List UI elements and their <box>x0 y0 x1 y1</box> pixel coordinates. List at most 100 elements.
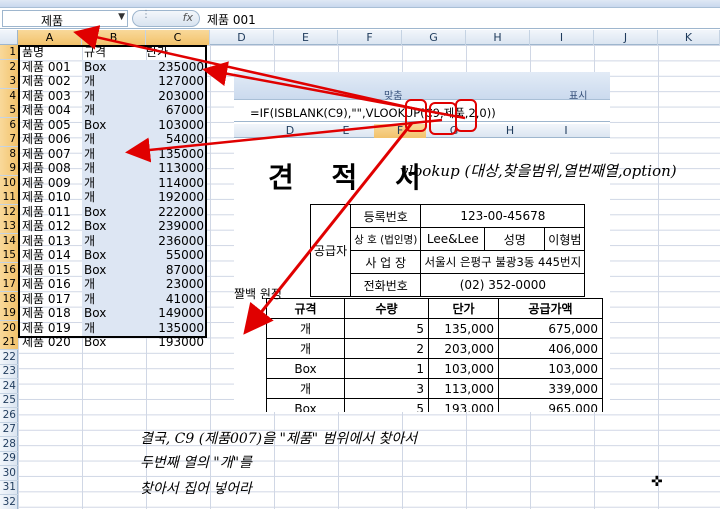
row-header[interactable]: 27 <box>0 422 18 438</box>
row-header[interactable]: 8 <box>0 146 18 162</box>
items-cell: 개 <box>266 378 345 399</box>
insert-function-pill[interactable]: ⋮ fx <box>132 9 200 27</box>
row-header[interactable]: 7 <box>0 132 18 148</box>
row-header[interactable]: 32 <box>0 495 18 509</box>
items-cell: 3 <box>344 378 429 399</box>
row-header[interactable]: 14 <box>0 233 18 249</box>
screenshot-column-headers: D E F G H I <box>234 124 610 138</box>
screenshot-formula: =IF(ISBLANK(C9),"",VLOOKUP(C9,제품,2,0)) <box>250 106 496 120</box>
named-range-border <box>18 45 207 338</box>
estimate-screenshot: 맞춤 표시 =IF(ISBLANK(C9),"",VLOOKUP(C9,제품,2… <box>234 72 610 412</box>
ribbon-label: 표시 <box>569 91 588 102</box>
fx-icon[interactable]: fx <box>183 11 193 24</box>
items-cell: 675,000 <box>498 318 603 339</box>
column-header: H <box>505 124 515 137</box>
row-header[interactable]: 9 <box>0 161 18 177</box>
drag-handle-icon[interactable]: ⋮ <box>141 9 151 20</box>
vlookup-note: vlookup (대상,찾을범위,열번째열,option) <box>400 162 677 180</box>
reg-value: 123-00-45678 <box>420 204 586 228</box>
items-cell: 2 <box>344 338 429 359</box>
column-header: G <box>449 124 459 137</box>
row-header[interactable]: 13 <box>0 219 18 235</box>
column-header: I <box>564 124 568 137</box>
ribbon-strip <box>0 0 720 8</box>
column-header[interactable]: B <box>82 30 146 45</box>
reg-label: 등록번호 <box>350 204 422 228</box>
items-table: 규격 수량 단가 공급가액 개 5 135,000 675,000 개 2 203,000 4… <box>266 298 603 412</box>
items-cell: Box <box>266 398 345 412</box>
items-cell: 1 <box>344 358 429 379</box>
column-header[interactable]: H <box>466 30 530 45</box>
items-cell: 135,000 <box>428 318 499 339</box>
items-cell: 965,000 <box>498 398 603 412</box>
row-header[interactable]: 12 <box>0 204 18 220</box>
column-header[interactable]: J <box>594 30 658 45</box>
column-header[interactable]: E <box>274 30 338 45</box>
note-line-2: 두번째 열의 "개"를 <box>140 455 252 471</box>
select-all-corner[interactable] <box>0 30 18 45</box>
formula-input[interactable]: 제품 001 <box>207 11 256 28</box>
items-cell: 개 <box>266 338 345 359</box>
items-cell: 5 <box>344 318 429 339</box>
company-value: Lee&Lee <box>420 227 486 251</box>
column-header[interactable]: A <box>18 30 82 45</box>
column-header: F <box>374 124 426 138</box>
row-header[interactable]: 24 <box>0 379 18 394</box>
row-header[interactable]: 18 <box>0 291 18 307</box>
supplier-table: 공급자 등록번호 123-00-45678 상 호 (법인명) Lee&Lee … <box>309 204 586 297</box>
name-value: 이형범 <box>544 227 586 251</box>
items-row: 개 3 113,000 339,000 <box>266 378 603 399</box>
phone-label: 전화번호 <box>350 273 422 297</box>
column-header[interactable]: F <box>338 30 402 45</box>
row-header[interactable]: 30 <box>0 466 18 481</box>
row-header[interactable]: 23 <box>0 364 18 380</box>
screenshot-ribbon: 맞춤 표시 <box>234 72 610 102</box>
row-header[interactable]: 29 <box>0 451 18 467</box>
row-header[interactable]: 16 <box>0 262 18 278</box>
items-header: 규격 <box>266 298 345 319</box>
items-row: 개 5 135,000 675,000 <box>266 318 603 339</box>
row-header[interactable]: 5 <box>0 103 18 119</box>
name-box-value: 제품 <box>41 14 64 28</box>
row-header[interactable]: 10 <box>0 175 18 191</box>
row-header[interactable]: 25 <box>0 393 18 409</box>
items-row: Box 5 193,000 965,000 <box>266 398 603 412</box>
row-header[interactable]: 20 <box>0 320 18 336</box>
address-label: 사 업 장 <box>350 250 422 274</box>
row-header[interactable]: 6 <box>0 117 18 133</box>
crosshair-cursor-icon: ✜ <box>651 474 663 490</box>
items-cell: 339,000 <box>498 378 603 399</box>
row-header[interactable]: 4 <box>0 88 18 104</box>
column-header[interactable]: C <box>146 30 210 45</box>
formula-bar: 제품 ▼ ⋮ fx 제품 001 <box>0 8 720 29</box>
name-label: 성명 <box>484 227 546 251</box>
row-header[interactable]: 31 <box>0 480 18 496</box>
row-header[interactable]: 26 <box>0 408 18 423</box>
column-header[interactable]: K <box>658 30 720 45</box>
column-header[interactable]: D <box>210 30 274 45</box>
supplier-label: 공급자 <box>309 204 352 297</box>
column-headers: ABCDEFGHIJK <box>0 30 720 45</box>
note-line-1: 결국, C9 (제품007)을 "제품" 범위에서 찾아서 <box>140 431 418 447</box>
chevron-down-icon[interactable]: ▼ <box>118 12 125 22</box>
row-header[interactable]: 17 <box>0 277 18 293</box>
row-header[interactable]: 28 <box>0 437 18 452</box>
note-line-3: 찾아서 집어 넣어라 <box>140 481 252 497</box>
company-label: 상 호 (법인명) <box>350 227 422 251</box>
items-cell: 193,000 <box>428 398 499 412</box>
row-header[interactable]: 1 <box>0 45 18 61</box>
name-box[interactable]: 제품 ▼ <box>2 10 128 28</box>
row-header[interactable]: 15 <box>0 248 18 264</box>
ribbon-label: 맞춤 <box>384 91 403 102</box>
row-headers: 1 2 3 4 5 6 7 8 9 10 11 12 13 14 15 16 17 18 19 20 21 22 23 24 2… <box>0 45 18 509</box>
row-header[interactable]: 2 <box>0 59 18 75</box>
row-header[interactable]: 21 <box>0 335 18 351</box>
row-header[interactable]: 11 <box>0 190 18 206</box>
row-header[interactable]: 22 <box>0 350 18 365</box>
items-cell: 203,000 <box>428 338 499 359</box>
items-cell: 103,000 <box>428 358 499 379</box>
row-header[interactable]: 3 <box>0 74 18 90</box>
row-header[interactable]: 19 <box>0 306 18 322</box>
column-header[interactable]: I <box>530 30 594 45</box>
column-header[interactable]: G <box>402 30 466 45</box>
